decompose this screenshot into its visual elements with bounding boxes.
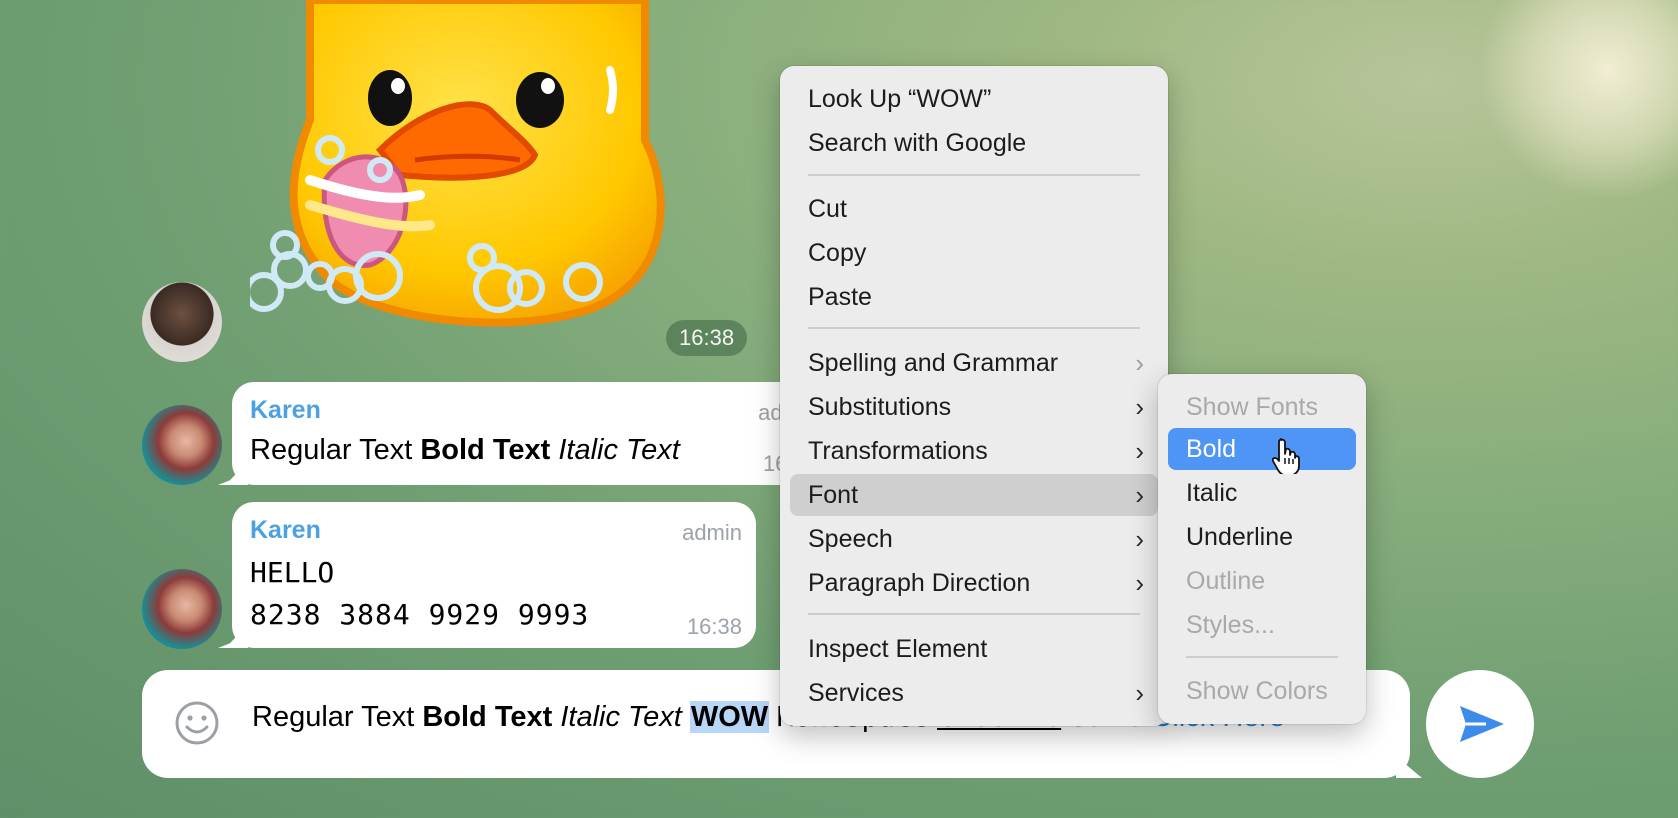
menu-item-italic[interactable]: Italic (1168, 472, 1356, 514)
bubble-tail (218, 461, 248, 485)
avatar[interactable] (142, 569, 222, 649)
sender-name[interactable]: Karen (250, 516, 321, 545)
menu-item-spelling[interactable]: Spelling and Grammar › (790, 342, 1158, 384)
menu-item-label: Font (808, 481, 859, 509)
menu-item-paragraph-direction[interactable]: Paragraph Direction › (790, 562, 1158, 604)
bold-text: Bold Text (420, 434, 551, 466)
chevron-right-icon: › (1135, 392, 1144, 422)
sender-name[interactable]: Karen (250, 396, 321, 425)
message-bubble[interactable]: Karen admin HELLO 8238 3884 9929 9993 16… (218, 502, 756, 648)
background-glow (1478, 0, 1678, 200)
menu-item-outline: Outline (1186, 567, 1266, 595)
chevron-right-icon: › (1135, 678, 1144, 708)
chevron-right-icon: › (1135, 568, 1144, 598)
menu-item-show-colors: Show Colors (1186, 677, 1328, 705)
chevron-right-icon: › (1135, 480, 1144, 510)
menu-item-label: Transformations (808, 437, 988, 465)
chevron-right-icon: › (1135, 436, 1144, 466)
menu-item-cut[interactable]: Cut (790, 188, 1158, 230)
send-button[interactable] (1426, 670, 1534, 778)
italic-text: Italic Text (560, 701, 682, 733)
regular-text: Regular Text (252, 701, 415, 733)
menu-item-font[interactable]: Font › (790, 474, 1158, 516)
menu-item-search-google[interactable]: Search with Google (790, 122, 1158, 164)
menu-item-show-fonts: Show Fonts (1186, 393, 1319, 421)
menu-separator (1186, 656, 1338, 658)
menu-item-label: Speech (808, 525, 893, 553)
context-menu: Look Up “WOW” Search with Google Cut Cop… (780, 66, 1168, 726)
menu-item-substitutions[interactable]: Substitutions › (790, 386, 1158, 428)
chevron-right-icon: › (1135, 348, 1144, 378)
avatar[interactable] (142, 405, 222, 485)
regular-text: Regular Text (250, 434, 413, 466)
selected-text[interactable]: WOW (689, 701, 770, 733)
menu-item-underline[interactable]: Underline (1168, 516, 1356, 558)
smiley-icon[interactable] (174, 700, 220, 746)
bubble-tail (218, 624, 248, 648)
message-bubble[interactable]: Karen admin Regular Text Bold Text Itali… (218, 382, 832, 485)
monospace-line: 8238 3884 9929 9993 (250, 598, 590, 631)
menu-item-inspect-element[interactable]: Inspect Element (790, 628, 1158, 670)
menu-item-label: Services (808, 679, 904, 707)
monospace-line: HELLO (250, 556, 335, 589)
italic-text: Italic Text (558, 434, 680, 466)
hand-cursor-icon (1272, 438, 1300, 474)
menu-item-copy[interactable]: Copy (790, 232, 1158, 274)
send-icon (1460, 706, 1504, 742)
bold-text: Bold Text (422, 701, 553, 733)
message-text: Regular Text Bold Text Italic Text (250, 434, 680, 467)
menu-item-speech[interactable]: Speech › (790, 518, 1158, 560)
sticker-timestamp: 16:38 (666, 320, 748, 356)
chevron-right-icon: › (1135, 524, 1144, 554)
menu-item-look-up[interactable]: Look Up “WOW” (790, 78, 1158, 120)
menu-separator (808, 327, 1140, 329)
sender-role: admin (682, 520, 742, 545)
menu-item-bold[interactable]: Bold (1168, 428, 1356, 470)
message-time: 16:38 (686, 614, 742, 639)
menu-separator (808, 613, 1140, 615)
menu-item-styles: Styles... (1186, 611, 1275, 639)
menu-item-label: Paragraph Direction (808, 569, 1031, 597)
avatar[interactable] (142, 282, 222, 362)
menu-item-paste[interactable]: Paste (790, 276, 1158, 318)
menu-item-transformations[interactable]: Transformations › (790, 430, 1158, 472)
font-submenu: Show Fonts Bold Italic Underline Outline… (1158, 374, 1366, 724)
menu-item-services[interactable]: Services › (790, 672, 1158, 714)
menu-item-label: Substitutions (808, 393, 952, 421)
duck-sticker[interactable] (250, 0, 690, 345)
menu-item-label: Spelling and Grammar (808, 349, 1059, 377)
menu-separator (808, 174, 1140, 176)
